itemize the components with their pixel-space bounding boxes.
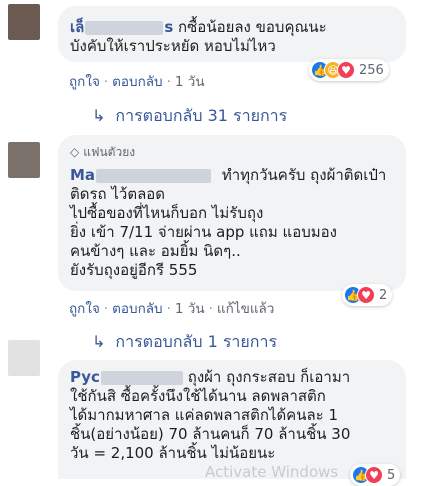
reaction-count: 256 xyxy=(359,62,384,78)
comment-text-line: คนข้างๆ และ อมยิ้ม นิดๆ.. xyxy=(70,242,241,260)
comment-text-line: วัน = 2,100 ล้านชิ้น ไม่น้อยนะ xyxy=(70,444,276,462)
edited-label[interactable]: แก้ไขแล้ว xyxy=(217,301,274,317)
reply-link[interactable]: ตอบกลับ xyxy=(112,301,162,317)
comment-author[interactable]: เล็ s xyxy=(70,18,173,36)
comment-actions: ถูกใจ · ตอบกลับ · 1 วัน · แก้ไขแล้ว xyxy=(69,301,275,317)
view-replies-link[interactable]: ↳ การตอบกลับ 1 รายการ xyxy=(92,330,277,355)
reaction-summary[interactable]: 👍 😆 ♥ 256 xyxy=(309,59,389,81)
blurred-name xyxy=(96,168,212,183)
comment-text-line: กซื้อน้อยลง ขอบคุณนะ xyxy=(178,18,327,36)
like-link[interactable]: ถูกใจ xyxy=(69,74,100,90)
comment-text-line: ชิ้น(อย่างน้อย) 70 ล้านคนก็ 70 ล้านชิ้น … xyxy=(70,425,351,443)
top-fan-badge: ◇ แฟนตัวยง xyxy=(70,143,406,162)
comment-text-line: ยิ่ง เข้า 7/11 จ่ายผ่าน app แถม แอบมอง xyxy=(70,223,337,241)
comment-bubble: Pyc ถุงผ้า ถุงกระสอบ ก็เอามา ใช้กันสิ ซื… xyxy=(58,360,406,479)
comment-actions: ถูกใจ · ตอบกลับ · 1 วัน xyxy=(69,74,205,90)
comment-text-line: ไปซื้อของที่ไหนก็บอก ไม่รับถุง xyxy=(70,204,264,222)
avatar[interactable] xyxy=(8,4,40,40)
love-icon: ♥ xyxy=(357,286,375,304)
view-replies-link[interactable]: ↳ การตอบกลับ 31 รายการ xyxy=(92,104,287,129)
comment-text-line: ได้มากมหาศาล แค่ลดพลาสติกได้คนละ 1 xyxy=(70,406,339,424)
comment-text-line: ติดรถ ไว้ตลอด xyxy=(70,185,166,203)
reply-arrow-icon: ↳ xyxy=(92,106,106,125)
comment-text-line: ถุงผ้า ถุงกระสอบ ก็เอามา xyxy=(187,368,351,386)
reaction-summary[interactable]: 👍 ♥ 2 xyxy=(342,284,393,306)
love-icon: ♥ xyxy=(337,61,355,79)
reaction-summary[interactable]: 👍 ♥ 5 xyxy=(350,464,401,486)
activate-windows-watermark: Activate Windows xyxy=(205,463,339,481)
avatar[interactable] xyxy=(8,340,40,376)
comment-text-line: ยังรับถุงอยู่อีกรี 555 xyxy=(70,261,198,279)
comment-author[interactable]: Ma xyxy=(70,166,212,184)
love-icon: ♥ xyxy=(365,466,383,484)
blurred-name xyxy=(85,20,164,35)
comment-text-line: บังคับให้เราประหยัด หอบไม่ไหว xyxy=(70,37,276,55)
reply-arrow-icon: ↳ xyxy=(92,332,106,351)
reply-link[interactable]: ตอบกลับ xyxy=(112,74,162,90)
comment-text-line: ใช้กันสิ ซื้อครั้งนึงใช้ได้นาน ลดพลาสติก xyxy=(70,387,326,405)
timestamp[interactable]: 1 วัน xyxy=(175,301,205,317)
timestamp[interactable]: 1 วัน xyxy=(175,74,205,90)
comment-bubble: ◇ แฟนตัวยง Ma ทำทุกวันครับ ถุงผ้าติดเป๋า… xyxy=(58,135,406,291)
avatar[interactable] xyxy=(8,142,40,178)
diamond-icon: ◇ xyxy=(70,145,80,159)
blurred-name xyxy=(100,370,183,385)
like-link[interactable]: ถูกใจ xyxy=(69,301,100,317)
comment-text-line: ทำทุกวันครับ ถุงผ้าติดเป๋า xyxy=(221,166,387,184)
comment-bubble: เล็ s กซื้อน้อยลง ขอบคุณนะ บังคับให้เราปร… xyxy=(58,6,406,62)
reaction-count: 2 xyxy=(379,287,388,303)
reaction-count: 5 xyxy=(387,467,396,483)
comment-author[interactable]: Pyc xyxy=(70,368,183,386)
